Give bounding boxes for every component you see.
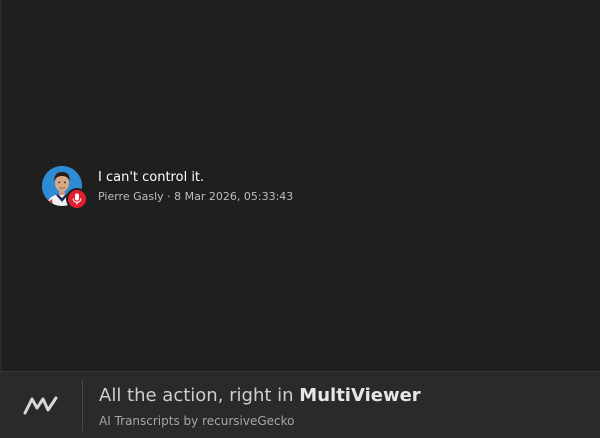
footer-banner[interactable]: All the action, right in MultiViewer AI … (0, 371, 600, 438)
transcript-message: I can't control it. Pierre Gasly · 8 Mar… (42, 166, 293, 210)
brand-name: MultiViewer (299, 385, 421, 406)
multiviewer-logo-icon (23, 396, 58, 415)
transcript-window: I can't control it. Pierre Gasly · 8 Mar… (0, 0, 600, 438)
message-text: I can't control it. (98, 170, 205, 185)
footer-tagline: All the action, right in MultiViewer (99, 385, 421, 407)
footer-divider (82, 380, 83, 431)
microphone-badge (66, 188, 88, 210)
message-timestamp: 8 Mar 2026, 05:33:43 (174, 190, 294, 203)
window-edge (0, 0, 1, 371)
message-body: I can't control it. Pierre Gasly · 8 Mar… (98, 170, 293, 204)
avatar-container (42, 166, 88, 210)
footer-credit: AI Transcripts by recursiveGecko (99, 414, 295, 428)
meta-separator: · (163, 190, 175, 203)
message-meta: Pierre Gasly · 8 Mar 2026, 05:33:43 (98, 190, 293, 204)
tagline-text: All the action, right in (99, 385, 300, 406)
microphone-icon (72, 193, 82, 205)
author-name: Pierre Gasly (98, 190, 164, 203)
